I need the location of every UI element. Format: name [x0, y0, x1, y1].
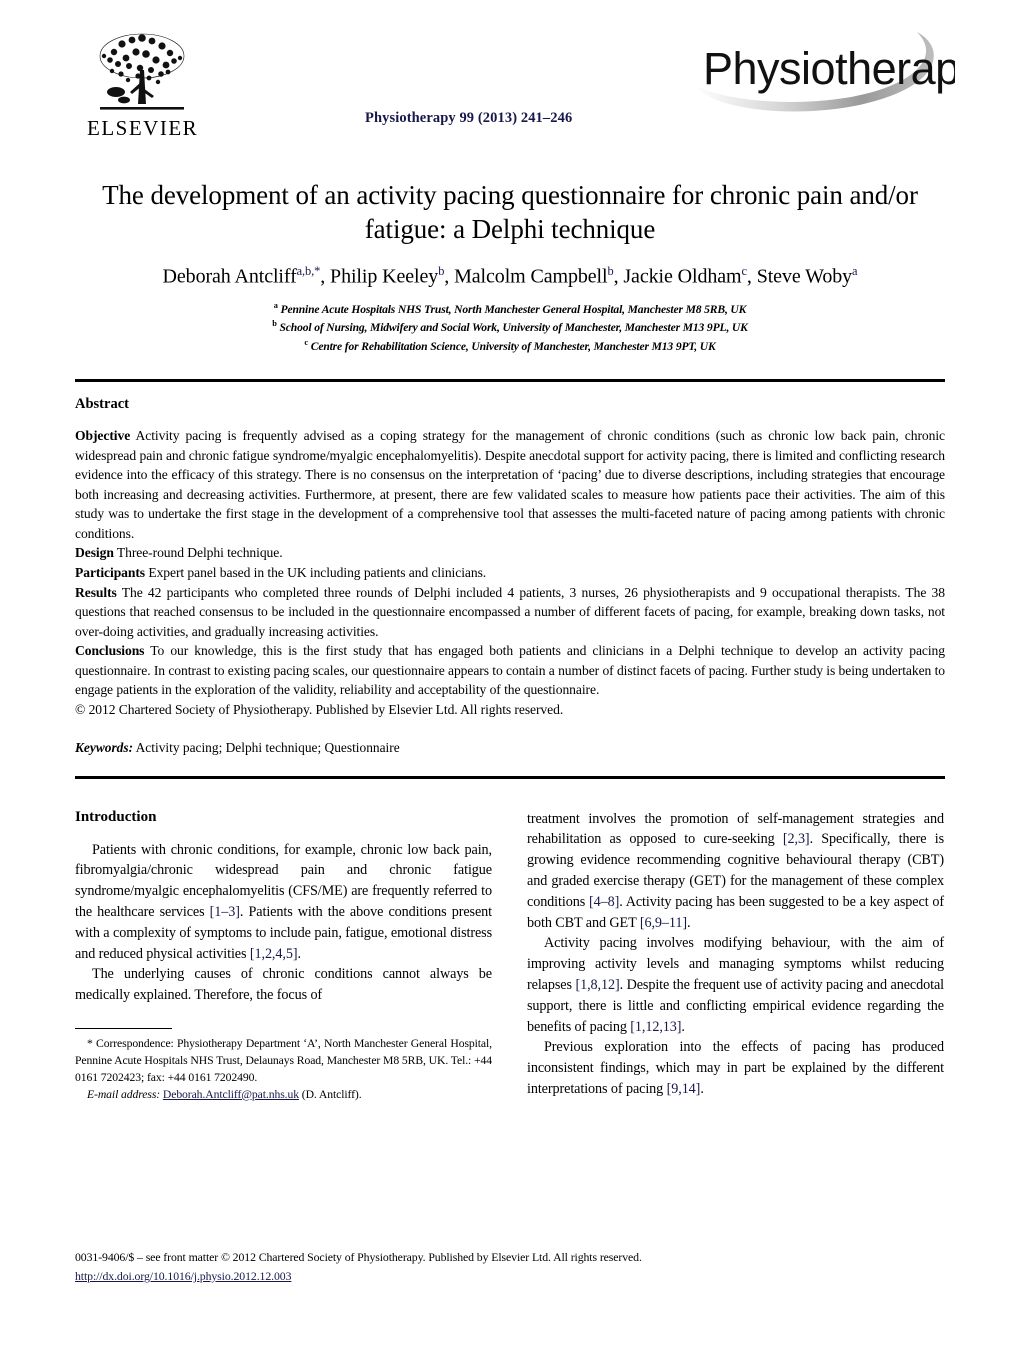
introduction-left-text: Patients with chronic conditions, for ex…: [75, 840, 492, 1006]
email-line: E-mail address: Deborah.Antcliff@pat.nhs…: [75, 1087, 492, 1104]
affiliation-list: a Pennine Acute Hospitals NHS Trust, Nor…: [85, 300, 935, 355]
paragraph: Patients with chronic conditions, for ex…: [75, 841, 492, 962]
citation-link[interactable]: [1,12,13]: [630, 1019, 681, 1035]
footnote-text: * Correspondence: Physiotherapy Departme…: [75, 1036, 492, 1103]
elsevier-wordmark: ELSEVIER: [87, 116, 199, 140]
introduction-heading: Introduction: [75, 808, 157, 825]
elsevier-tree-icon: [99, 33, 185, 110]
citation-link[interactable]: [2,3]: [783, 831, 810, 847]
affiliation-marker: c: [304, 337, 308, 347]
affiliation-marker: a: [273, 300, 278, 310]
citation-link[interactable]: [1,2,4,5]: [250, 946, 298, 962]
citation-link[interactable]: [1,8,12]: [575, 977, 619, 993]
abstract-design: Design Three-round Delphi technique.: [75, 543, 945, 563]
citation-link[interactable]: [6,9–11]: [640, 915, 687, 931]
abstract-conclusions: Conclusions To our knowledge, this is th…: [75, 641, 945, 700]
doi-link[interactable]: http://dx.doi.org/10.1016/j.physio.2012.…: [75, 1269, 291, 1283]
left-column: Introduction Patients with chronic condi…: [75, 808, 492, 1101]
keywords-line: Keywords: Activity pacing; Delphi techni…: [75, 740, 945, 756]
abstract-participants-text: Expert panel based in the UK including p…: [148, 565, 487, 581]
abstract-design-text: Three-round Delphi technique.: [116, 545, 283, 561]
abstract-heading: Abstract: [75, 396, 129, 413]
abstract-conclusions-text: To our knowledge, this is the first stud…: [75, 643, 945, 698]
abstract-participants-label: Participants: [75, 565, 146, 581]
abstract-bottom-divider: [75, 775, 945, 779]
abstract-objective-label: Objective: [75, 428, 131, 444]
svg-text:Physiotherapy: Physiotherapy: [703, 43, 955, 94]
issn-line: 0031-9406/$ – see front matter © 2012 Ch…: [75, 1250, 642, 1265]
abstract-results-text: The 42 participants who completed three …: [75, 584, 945, 639]
citation-link[interactable]: [4–8]: [589, 894, 619, 910]
affiliation-marker: b: [272, 319, 277, 329]
abstract-results: Results The 42 participants who complete…: [75, 583, 945, 642]
right-column: treatment involves the promotion of self…: [527, 809, 944, 1100]
title-block: The development of an activity pacing qu…: [85, 178, 935, 355]
abstract-results-label: Results: [75, 584, 117, 600]
affiliation-text: Centre for Rehabilitation Science, Unive…: [310, 339, 716, 353]
author-list: Deborah Antcliffa,b,*, Philip Keeleyb, M…: [162, 264, 858, 288]
affiliation-text: Pennine Acute Hospitals NHS Trust, North…: [280, 302, 747, 316]
introduction-right-text: treatment involves the promotion of self…: [527, 809, 944, 1100]
journal-reference: Physiotherapy 99 (2013) 241–246: [365, 110, 573, 126]
physiotherapy-journal-logo: Physiotherapy: [693, 32, 955, 112]
body-columns: Introduction Patients with chronic condi…: [75, 808, 945, 1101]
paragraph: The underlying causes of chronic conditi…: [75, 966, 492, 1004]
article-page: ELSEVIER Physiotherapy 99 (2013) 241–246…: [0, 0, 1020, 1352]
article-title: The development of an activity pacing qu…: [102, 180, 918, 245]
keywords-value: Activity pacing; Delphi technique; Quest…: [135, 739, 400, 755]
affiliation-text: School of Nursing, Midwifery and Social …: [279, 321, 748, 335]
abstract-participants: Participants Expert panel based in the U…: [75, 563, 945, 583]
affiliation-item: c Centre for Rehabilitation Science, Uni…: [85, 337, 935, 355]
email-suffix: (D. Antcliff).: [301, 1087, 362, 1101]
abstract-design-label: Design: [75, 545, 114, 561]
abstract-body: Objective Activity pacing is frequently …: [75, 426, 945, 719]
copyright-text: © 2012 Chartered Society of Physiotherap…: [75, 701, 564, 717]
keywords-label: Keywords:: [75, 739, 134, 755]
affiliation-item: a Pennine Acute Hospitals NHS Trust, Nor…: [85, 300, 935, 318]
page-footer: 0031-9406/$ – see front matter © 2012 Ch…: [75, 1248, 945, 1285]
abstract-objective: Objective Activity pacing is frequently …: [75, 426, 945, 543]
masthead: ELSEVIER Physiotherapy 99 (2013) 241–246…: [75, 0, 955, 150]
abstract-objective-text: Activity pacing is frequently advised as…: [75, 428, 945, 541]
elsevier-logo: ELSEVIER: [87, 30, 197, 139]
abstract-section: Abstract Objective Activity pacing is fr…: [75, 396, 945, 755]
correspondence-line: * Correspondence: Physiotherapy Departme…: [75, 1037, 493, 1084]
correspondence-footnote: * Correspondence: Physiotherapy Departme…: [75, 1027, 492, 1104]
abstract-top-divider: [75, 379, 945, 383]
email-label: E-mail address:: [87, 1087, 161, 1101]
affiliation-item: b School of Nursing, Midwifery and Socia…: [85, 318, 935, 336]
footnote-divider: [75, 1027, 172, 1030]
abstract-copyright: © 2012 Chartered Society of Physiotherap…: [75, 700, 945, 720]
abstract-conclusions-label: Conclusions: [75, 643, 145, 659]
paragraph: Activity pacing involves modifying behav…: [527, 935, 944, 1035]
email-link[interactable]: Deborah.Antcliff@pat.nhs.uk: [163, 1088, 299, 1101]
citation-link[interactable]: [9,14]: [667, 1081, 701, 1097]
paragraph: Previous exploration into the effects of…: [527, 1039, 944, 1097]
citation-link[interactable]: [1–3]: [210, 904, 240, 920]
paragraph: treatment involves the promotion of self…: [527, 810, 945, 931]
